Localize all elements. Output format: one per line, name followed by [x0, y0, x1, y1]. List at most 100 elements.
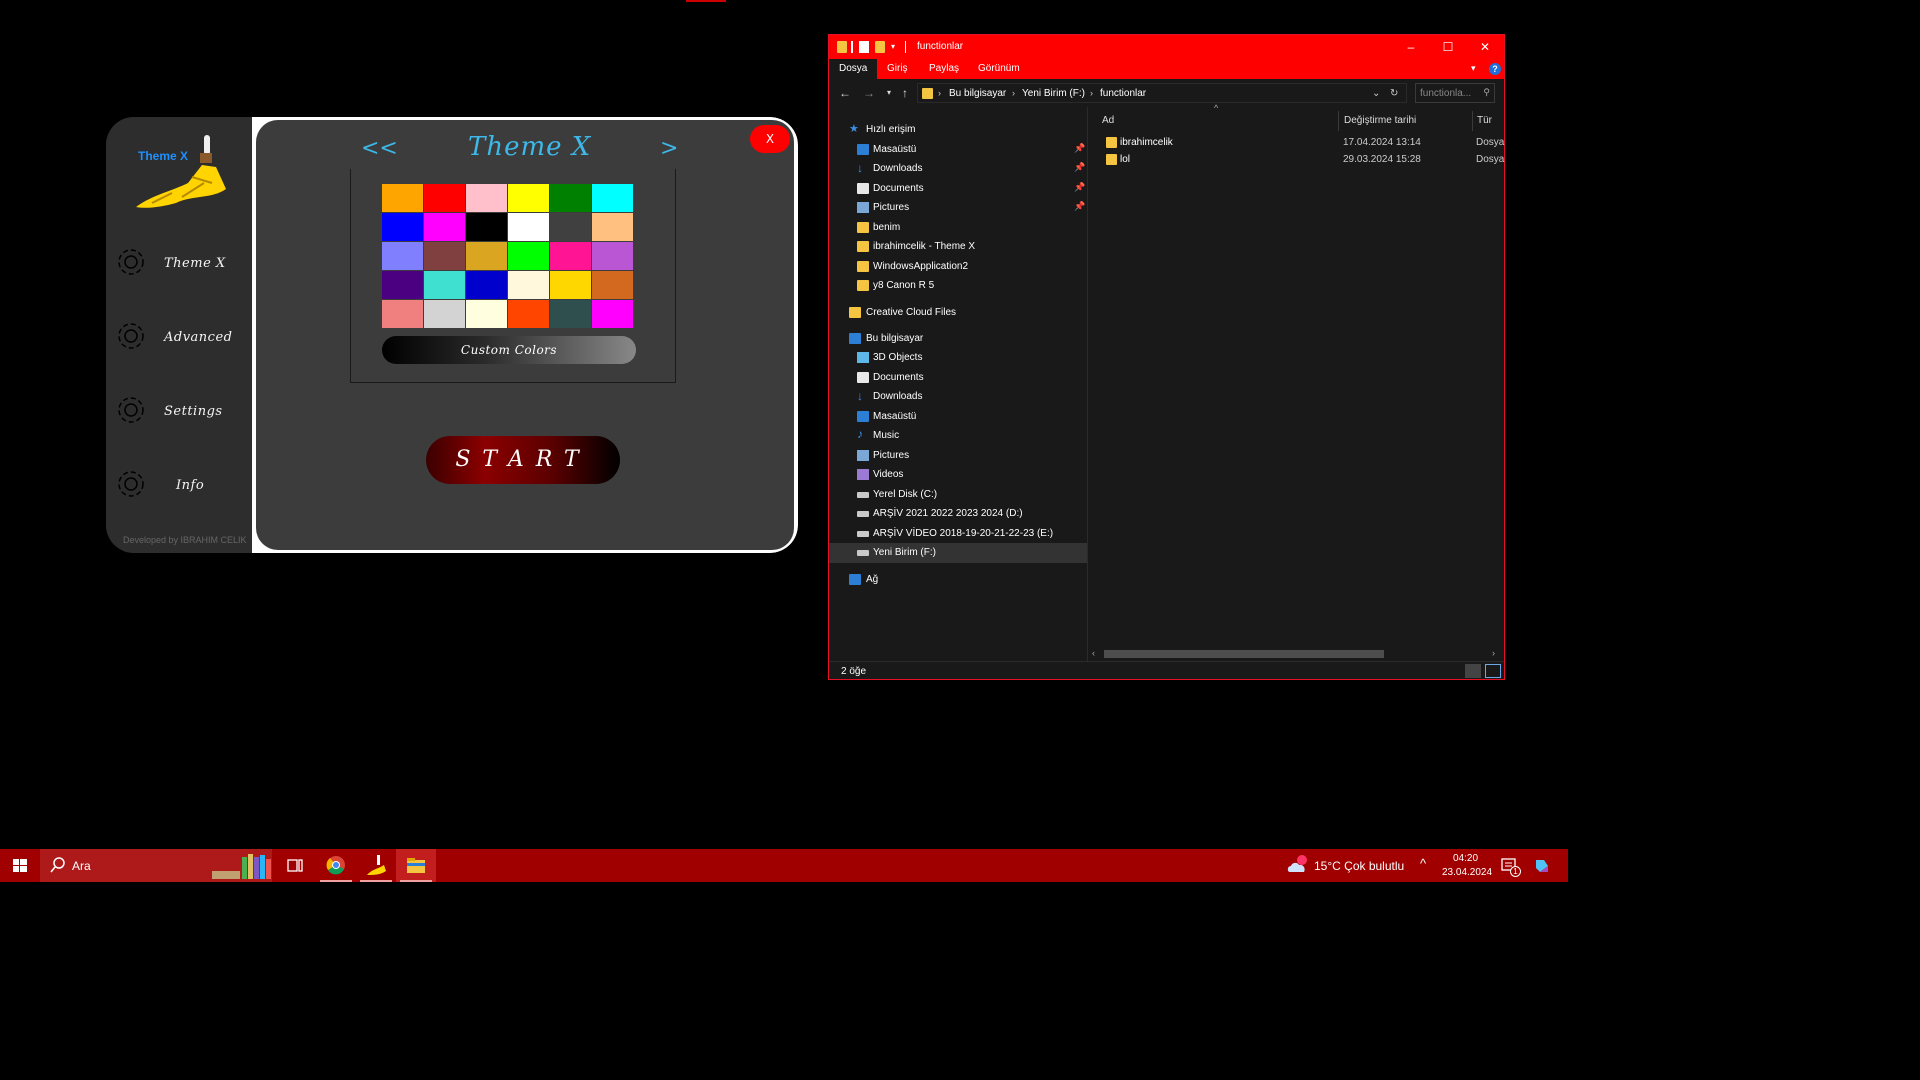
address-bar[interactable]: › Bu bilgisayar › Yeni Birim (F:) › func… — [917, 83, 1407, 103]
tab-gorunum[interactable]: Görünüm — [968, 59, 1030, 79]
nav-this-pc[interactable]: Bu bilgisayar — [829, 329, 1087, 349]
scrollbar-thumb[interactable] — [1104, 650, 1384, 658]
color-swatch[interactable] — [424, 184, 465, 212]
horizontal-scrollbar[interactable]: ‹ › — [1088, 647, 1504, 661]
next-theme-button[interactable]: > — [660, 136, 678, 161]
column-separator[interactable] — [1472, 111, 1473, 131]
nav-quick-documents[interactable]: Documents 📌 — [829, 179, 1087, 199]
color-swatch[interactable] — [382, 300, 423, 328]
color-swatch[interactable] — [508, 242, 549, 270]
color-swatch[interactable] — [424, 213, 465, 241]
column-date[interactable]: Değiştirme tarihi — [1344, 111, 1416, 131]
nav-quick-y8-canon[interactable]: y8 Canon R 5 — [829, 276, 1087, 296]
file-row[interactable]: lol 29.03.2024 15:28 Dosya — [1102, 152, 1504, 168]
column-separator[interactable] — [1338, 111, 1339, 131]
refresh-icon[interactable]: ↻ — [1390, 88, 1398, 99]
nav-quick-access[interactable]: ★ Hızlı erişim — [829, 120, 1087, 140]
color-swatch[interactable] — [424, 271, 465, 299]
column-type[interactable]: Tür — [1477, 111, 1492, 131]
copilot-icon[interactable] — [1532, 856, 1552, 876]
tab-paylas[interactable]: Paylaş — [919, 59, 969, 79]
color-swatch[interactable] — [592, 184, 633, 212]
breadcrumb-this-pc[interactable]: Bu bilgisayar — [949, 88, 1006, 99]
color-swatch[interactable] — [382, 271, 423, 299]
weather-text[interactable]: 15°C Çok bulutlu — [1314, 859, 1404, 873]
menu-settings[interactable]: Settings — [114, 393, 250, 433]
nav-quick-masaustu[interactable]: Masaüstü 📌 — [829, 140, 1087, 160]
large-icons-view-icon[interactable] — [1485, 664, 1501, 678]
nav-quick-benim[interactable]: benim — [829, 218, 1087, 238]
nav-pc-music[interactable]: ♪ Music — [829, 426, 1087, 446]
color-swatch[interactable] — [466, 300, 507, 328]
color-swatch[interactable] — [508, 300, 549, 328]
color-swatch[interactable] — [550, 300, 591, 328]
close-window-button[interactable]: ✕ — [1466, 35, 1504, 59]
recent-locations-icon[interactable]: ▾ — [881, 85, 897, 101]
nav-network[interactable]: Ağ — [829, 570, 1087, 590]
breadcrumb-drive-f[interactable]: Yeni Birim (F:) — [1022, 88, 1085, 99]
chevron-up-icon[interactable]: ^ — [1420, 856, 1426, 871]
menu-theme-x[interactable]: Theme X — [114, 245, 250, 285]
color-swatch[interactable] — [382, 213, 423, 241]
close-button[interactable]: X — [750, 125, 790, 153]
start-button[interactable] — [0, 849, 40, 882]
nav-quick-downloads[interactable]: ↓ Downloads 📌 — [829, 159, 1087, 179]
nav-pc-videos[interactable]: Videos — [829, 465, 1087, 485]
maximize-button[interactable]: ☐ — [1429, 35, 1467, 59]
nav-pc-drive-d[interactable]: ARŞİV 2021 2022 2023 2024 (D:) — [829, 504, 1087, 524]
nav-pc-drive-e[interactable]: ARŞİV VİDEO 2018-19-20-21-22-23 (E:) — [829, 524, 1087, 544]
color-swatch[interactable] — [508, 213, 549, 241]
tab-dosya[interactable]: Dosya — [829, 59, 878, 79]
nav-pc-masaustu[interactable]: Masaüstü — [829, 407, 1087, 427]
color-swatch[interactable] — [382, 184, 423, 212]
tab-giris[interactable]: Giriş — [877, 59, 918, 79]
task-view-button[interactable] — [275, 849, 315, 882]
color-swatch[interactable] — [466, 271, 507, 299]
expand-ribbon-icon[interactable]: ▾ — [1471, 63, 1481, 73]
nav-pc-pictures[interactable]: Pictures — [829, 446, 1087, 466]
color-swatch[interactable] — [550, 213, 591, 241]
chevron-down-icon[interactable]: ⌄ — [1372, 88, 1380, 99]
details-view-icon[interactable] — [1465, 664, 1481, 678]
up-arrow-icon[interactable]: ↑ — [897, 85, 913, 101]
color-swatch[interactable] — [508, 184, 549, 212]
color-swatch[interactable] — [424, 300, 465, 328]
scroll-left-icon[interactable]: ‹ — [1092, 648, 1095, 658]
forward-arrow-icon[interactable]: → — [861, 85, 877, 101]
nav-pc-drive-f[interactable]: Yeni Birim (F:) — [829, 543, 1087, 563]
nav-pc-downloads[interactable]: ↓ Downloads — [829, 387, 1087, 407]
minimize-button[interactable]: – — [1392, 35, 1430, 59]
color-swatch[interactable] — [508, 271, 549, 299]
nav-pc-drive-c[interactable]: Yerel Disk (C:) — [829, 485, 1087, 505]
breadcrumb-current-folder[interactable]: functionlar — [1100, 88, 1146, 99]
file-explorer-app[interactable] — [396, 849, 436, 882]
color-swatch[interactable] — [550, 242, 591, 270]
help-icon[interactable]: ? — [1489, 63, 1501, 75]
search-input[interactable]: functionla... ⚲ — [1415, 83, 1495, 103]
nav-quick-pictures[interactable]: Pictures 📌 — [829, 198, 1087, 218]
theme-x-app[interactable] — [356, 849, 396, 882]
column-name[interactable]: Ad — [1102, 111, 1114, 131]
nav-quick-theme-x[interactable]: ibrahimcelik - Theme X — [829, 237, 1087, 257]
nav-pc-documents[interactable]: Documents — [829, 368, 1087, 388]
scroll-right-icon[interactable]: › — [1492, 648, 1495, 658]
properties-icon[interactable] — [859, 41, 869, 53]
new-folder-icon[interactable] — [875, 41, 885, 53]
clock-date[interactable]: 23.04.2024 — [1442, 867, 1492, 878]
prev-theme-button[interactable]: << — [361, 136, 398, 161]
customize-toolbar-icon[interactable]: ▾ — [891, 41, 901, 53]
color-swatch[interactable] — [592, 300, 633, 328]
color-swatch[interactable] — [550, 271, 591, 299]
menu-advanced[interactable]: Advanced — [114, 319, 250, 359]
start-button[interactable]: START — [426, 436, 620, 484]
color-swatch[interactable] — [466, 184, 507, 212]
color-swatch[interactable] — [424, 242, 465, 270]
back-arrow-icon[interactable]: ← — [837, 85, 853, 101]
color-swatch[interactable] — [382, 242, 423, 270]
file-row[interactable]: ibrahimcelik 17.04.2024 13:14 Dosya — [1102, 135, 1504, 151]
custom-colors-button[interactable]: Custom Colors — [382, 336, 636, 364]
color-swatch[interactable] — [592, 242, 633, 270]
color-swatch[interactable] — [466, 242, 507, 270]
color-swatch[interactable] — [592, 213, 633, 241]
chrome-app[interactable] — [316, 849, 356, 882]
